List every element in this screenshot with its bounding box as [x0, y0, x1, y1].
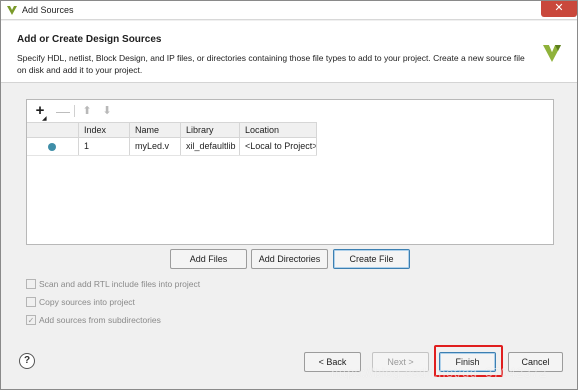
copy-sources-label: Copy sources into project [39, 297, 135, 307]
watermark: https://blog.csdn.net/qq_37042372 [331, 365, 547, 380]
sources-table: Index Name Library Location 1 myLed.v xi… [27, 122, 317, 156]
help-icon: ? [23, 355, 31, 366]
scan-rtl-label: Scan and add RTL include files into proj… [39, 279, 201, 289]
header: Add or Create Design Sources Specify HDL… [1, 21, 577, 83]
column-header-location[interactable]: Location [240, 123, 317, 137]
add-subdirs-checkbox[interactable]: ✓ [26, 315, 36, 325]
index-cell: 1 [79, 138, 130, 155]
column-header-name[interactable]: Name [130, 123, 181, 137]
remove-button[interactable]: — [55, 103, 71, 119]
close-button[interactable]: ✕ [541, 1, 577, 17]
copy-sources-checkbox[interactable] [26, 297, 36, 307]
arrow-up-icon: ⬆ [82, 105, 92, 117]
move-up-button[interactable]: ⬆ [79, 103, 95, 119]
column-header-index[interactable]: Index [79, 123, 130, 137]
add-directories-button[interactable]: Add Directories [251, 249, 328, 269]
minus-icon: — [56, 103, 70, 119]
add-files-button[interactable]: Add Files [170, 249, 247, 269]
scan-rtl-checkbox[interactable] [26, 279, 36, 289]
window-title: Add Sources [22, 5, 74, 15]
table-row[interactable]: 1 myLed.v xil_defaultlib <Local to Proje… [27, 138, 317, 156]
status-dot-icon [48, 143, 56, 151]
name-cell: myLed.v [130, 138, 181, 155]
status-cell [27, 138, 79, 155]
add-subdirs-label: Add sources from subdirectories [39, 315, 161, 325]
column-header-status[interactable] [27, 123, 79, 137]
title-bar: Add Sources ✕ [1, 1, 577, 20]
location-cell: <Local to Project> [240, 138, 317, 155]
move-down-button[interactable]: ⬇ [99, 103, 115, 119]
vivado-app-icon [7, 6, 17, 15]
close-icon: ✕ [554, 2, 564, 14]
help-button[interactable]: ? [19, 353, 35, 369]
vivado-logo-icon [543, 45, 561, 62]
table-header: Index Name Library Location [27, 122, 317, 138]
toolbar-divider [74, 105, 75, 117]
add-sources-dialog: Add Sources ✕ Add or Create Design Sourc… [0, 0, 578, 390]
sources-panel: + ◢ — ⬆ ⬇ Index Name Library Location 1 … [26, 99, 554, 245]
page-description: Specify HDL, netlist, Block Design, and … [17, 53, 525, 75]
sources-toolbar: + ◢ — ⬆ ⬇ [27, 100, 553, 123]
column-header-library[interactable]: Library [181, 123, 240, 137]
create-file-button[interactable]: Create File [333, 249, 410, 269]
page-title: Add or Create Design Sources [17, 34, 162, 45]
library-cell[interactable]: xil_defaultlib [181, 138, 240, 155]
add-button[interactable]: + ◢ [32, 103, 48, 123]
arrow-down-icon: ⬇ [102, 105, 112, 117]
